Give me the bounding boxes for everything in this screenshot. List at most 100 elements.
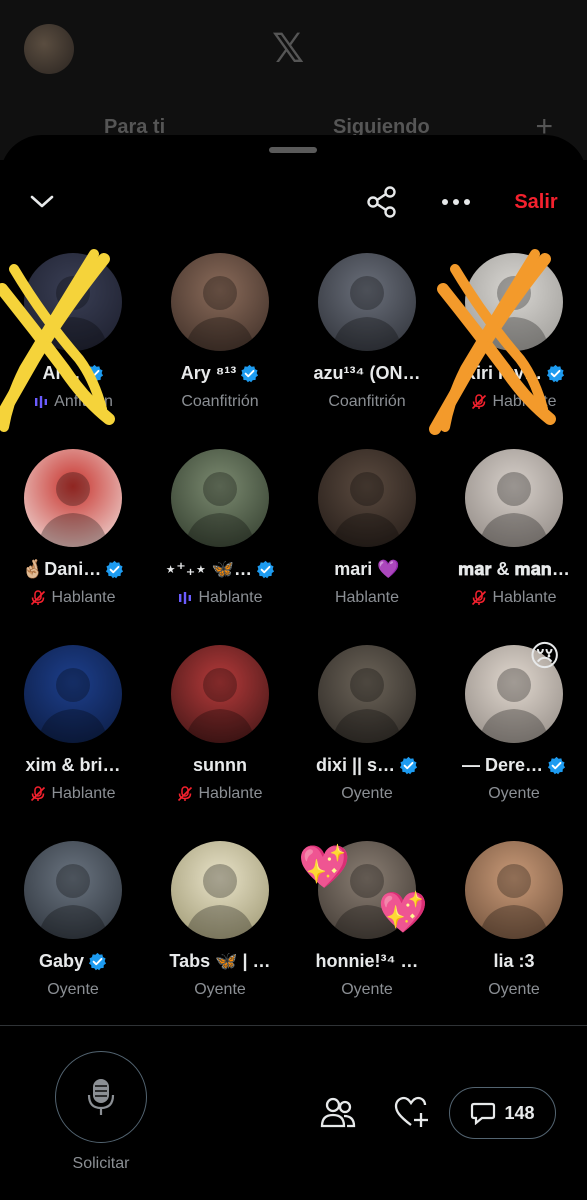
share-button[interactable] — [361, 179, 403, 225]
participant-name-text: mari 💜 — [334, 559, 400, 579]
participant-card[interactable]: 𝐦𝐚𝐫 & 𝐦𝐚𝐧… Hablante — [441, 449, 587, 639]
divider — [0, 1025, 587, 1026]
participant-avatar[interactable] — [171, 841, 269, 939]
participant-role: Hablante — [0, 589, 146, 607]
person-silhouette-icon — [332, 668, 402, 743]
comment-icon — [471, 1102, 496, 1125]
verified-badge-icon — [106, 560, 124, 579]
participant-name-text: ⋆⁺₊⋆ 🦋… — [165, 559, 252, 579]
person-silhouette-icon — [185, 668, 255, 743]
participants-button[interactable] — [318, 1093, 358, 1133]
mic-muted-icon — [31, 590, 46, 606]
participant-name: azu¹³⁴ (ON… — [294, 363, 440, 384]
participant-name: lia :3 — [441, 951, 587, 972]
participant-name: Ary ⁸¹³ — [147, 363, 293, 384]
participant-role-text: Hablante — [492, 589, 557, 606]
participant-avatar[interactable] — [171, 253, 269, 351]
participant-role: Oyente — [441, 785, 587, 803]
participant-name: mari 💜 — [294, 559, 440, 580]
verified-badge-icon — [256, 560, 275, 579]
participant-role-text: Oyente — [47, 981, 99, 998]
react-button[interactable] — [392, 1093, 432, 1133]
participant-role-text: Oyente — [341, 981, 393, 998]
space-topbar: Salir — [0, 179, 587, 225]
participant-name-text: Ary ⁸¹³ — [180, 363, 237, 383]
participant-card[interactable]: sunnn Hablante — [147, 645, 293, 835]
participant-avatar[interactable] — [24, 645, 122, 743]
leave-button[interactable]: Salir — [506, 179, 566, 225]
participant-role: Oyente — [294, 981, 440, 999]
participant-avatar[interactable] — [465, 841, 563, 939]
participant-name-text: xim & bri… — [25, 755, 121, 775]
reaction-emoji: 😢 — [529, 640, 561, 673]
participant-name-text: honnie!³⁴ … — [315, 951, 419, 971]
participant-avatar[interactable] — [171, 645, 269, 743]
participant-role-text: Oyente — [488, 981, 540, 998]
participant-avatar[interactable] — [465, 449, 563, 547]
mic-muted-icon — [178, 786, 193, 802]
participant-role-text: Coanfitrión — [328, 393, 406, 410]
minimize-button[interactable] — [22, 179, 62, 225]
scribble-x-mark — [429, 249, 556, 435]
request-label: Solicitar — [72, 1155, 130, 1172]
participant-role-text: Hablante — [51, 589, 116, 606]
participant-card[interactable]: Gaby Oyente — [0, 841, 146, 1031]
person-silhouette-icon — [479, 864, 549, 939]
comments-button[interactable]: 148 — [449, 1087, 556, 1139]
participant-role-text: Hablante — [198, 589, 263, 606]
participant-card[interactable]: Riri luv… Hablante — [429, 249, 587, 443]
participant-avatar[interactable] — [318, 253, 416, 351]
person-silhouette-icon — [479, 472, 549, 547]
participant-role: Coanfitrión — [147, 393, 293, 411]
participant-card[interactable]: dixi || s… Oyente — [294, 645, 440, 835]
participant-card[interactable]: Ary ⁸¹³ Coanfitrión — [147, 253, 293, 443]
participant-role: Hablante — [441, 589, 587, 607]
participant-role: Oyente — [441, 981, 587, 999]
participant-name: xim & bri… — [0, 755, 146, 776]
participant-card[interactable]: lia :3 Oyente — [441, 841, 587, 1031]
participant-avatar[interactable] — [24, 841, 122, 939]
mic-muted-icon — [472, 590, 487, 606]
people-icon — [320, 1097, 356, 1128]
x-logo: 𝕏 — [272, 27, 305, 71]
reaction-emoji: 💖 — [378, 891, 428, 935]
participant-name: honnie!³⁴ … — [294, 951, 440, 972]
participant-card[interactable]: Ar… Anfitrión — [0, 249, 146, 443]
participant-name: — Dere… — [441, 755, 587, 776]
participant-role-text: Coanfitrión — [181, 393, 259, 410]
participant-card[interactable]: xim & bri… Hablante — [0, 645, 146, 835]
participant-card[interactable]: — Dere… Oyente 😢 — [441, 640, 587, 835]
participant-name-text: Gaby — [38, 951, 85, 971]
person-silhouette-icon — [332, 276, 402, 351]
heart-plus-icon — [394, 1096, 428, 1127]
drag-handle[interactable] — [269, 147, 317, 153]
participant-card[interactable]: ⋆⁺₊⋆ 🦋… Hablante — [147, 449, 293, 639]
comments-count: 148 — [504, 1102, 535, 1123]
verified-badge-icon — [547, 756, 566, 775]
participant-avatar[interactable] — [318, 645, 416, 743]
participant-role: Oyente — [294, 785, 440, 803]
participant-name-text: lia :3 — [493, 951, 535, 971]
chevron-down-icon — [30, 195, 54, 208]
participant-role: Hablante — [0, 785, 146, 803]
participant-card[interactable]: azu¹³⁴ (ON… Coanfitrión — [294, 253, 440, 443]
participant-role: Coanfitrión — [294, 393, 440, 411]
participant-card[interactable]: mari 💜 Hablante — [294, 449, 440, 639]
participant-avatar[interactable] — [171, 449, 269, 547]
participant-name-text: azu¹³⁴ (ON… — [313, 363, 421, 383]
participant-card[interactable]: honnie!³⁴ … Oyente 💖 💖 — [294, 841, 440, 1031]
participant-avatar[interactable] — [24, 449, 122, 547]
person-silhouette-icon — [38, 668, 108, 743]
participant-card[interactable]: 🤞🏼Dani… Hablante — [0, 449, 146, 639]
more-button[interactable] — [434, 179, 478, 225]
participant-role-text: Oyente — [341, 785, 393, 802]
participant-avatar[interactable] — [318, 449, 416, 547]
person-silhouette-icon — [185, 864, 255, 939]
participant-role: Hablante — [147, 589, 293, 607]
request-mic-button[interactable] — [55, 1051, 147, 1143]
speaking-bars-icon — [179, 592, 192, 604]
participant-role-text: Hablante — [51, 785, 116, 802]
participant-name-text: sunnn — [193, 755, 247, 775]
participant-card[interactable]: Tabs 🦋 | … Oyente — [147, 841, 293, 1031]
profile-avatar[interactable] — [24, 24, 74, 74]
